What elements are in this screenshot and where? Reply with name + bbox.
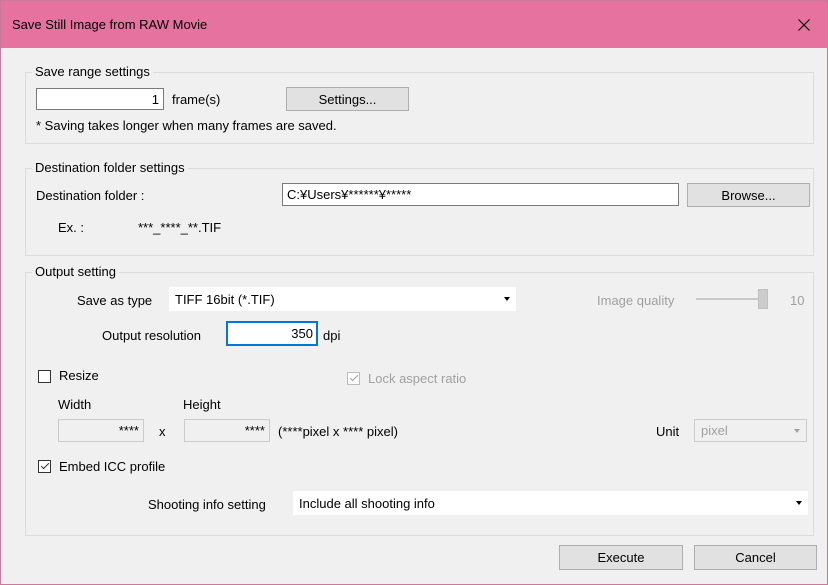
close-icon <box>798 18 810 31</box>
frames-unit-label: frame(s) <box>172 92 221 107</box>
resolution-unit-label: dpi <box>323 328 341 343</box>
settings-button[interactable]: Settings... <box>286 87 409 111</box>
width-value: **** <box>118 423 139 438</box>
save-range-legend: Save range settings <box>32 64 153 79</box>
destination-folder-value: C:¥Users¥******¥***** <box>287 187 412 202</box>
save-as-type-dropdown[interactable]: TIFF 16bit (*.TIF) <box>169 287 516 311</box>
destination-group: Destination folder settings <box>25 160 814 256</box>
image-quality-slider-track <box>696 298 766 300</box>
lock-aspect-ratio-label: Lock aspect ratio <box>368 371 467 386</box>
chevron-down-icon <box>504 297 510 301</box>
output-resolution-input[interactable]: 350 <box>226 321 318 346</box>
example-label: Ex. : <box>58 220 85 235</box>
shooting-info-label: Shooting info setting <box>148 497 266 512</box>
output-resolution-value: 350 <box>291 326 313 341</box>
image-quality-label: Image quality <box>597 293 675 308</box>
example-value: ***_****_**.TIF <box>138 220 222 235</box>
height-label: Height <box>183 397 221 412</box>
destination-folder-label: Destination folder : <box>36 188 145 203</box>
unit-label: Unit <box>656 424 680 439</box>
shooting-info-value: Include all shooting info <box>299 495 435 511</box>
window-title: Save Still Image from RAW Movie <box>12 17 208 32</box>
save-range-note: * Saving takes longer when many frames a… <box>36 118 337 133</box>
chevron-down-icon <box>794 428 800 433</box>
width-label: Width <box>58 397 92 412</box>
resize-checkbox[interactable] <box>38 370 51 383</box>
embed-icc-checkbox[interactable] <box>38 460 51 473</box>
resize-label: Resize <box>59 368 99 383</box>
close-button[interactable] <box>781 1 827 48</box>
chevron-down-icon <box>796 501 802 505</box>
lock-aspect-ratio-checkbox[interactable] <box>347 372 360 385</box>
check-icon <box>349 372 358 382</box>
frames-value: 1 <box>151 91 159 107</box>
browse-button[interactable]: Browse... <box>687 183 810 207</box>
destination-legend: Destination folder settings <box>32 160 188 175</box>
dialog-window: Save Still Image from RAW Movie Save ran… <box>0 0 828 585</box>
frames-input[interactable]: 1 <box>36 88 164 110</box>
cancel-button[interactable]: Cancel <box>694 545 817 570</box>
image-quality-slider-handle[interactable] <box>758 289 768 309</box>
image-quality-value: 10 <box>790 293 805 308</box>
height-value: **** <box>244 423 265 438</box>
embed-icc-label: Embed ICC profile <box>59 459 166 474</box>
height-input[interactable]: **** <box>184 419 270 442</box>
save-as-type-label: Save as type <box>77 293 153 308</box>
shooting-info-dropdown[interactable]: Include all shooting info <box>293 491 808 515</box>
destination-folder-input[interactable]: C:¥Users¥******¥***** <box>282 183 679 206</box>
times-sign: x <box>159 424 166 439</box>
output-legend: Output setting <box>32 264 119 279</box>
check-icon <box>40 460 49 470</box>
execute-button[interactable]: Execute <box>559 545 683 570</box>
pixel-info: (****pixel x **** pixel) <box>278 424 398 439</box>
width-input[interactable]: **** <box>58 419 144 442</box>
unit-dropdown[interactable]: pixel <box>694 419 807 442</box>
title-bar: Save Still Image from RAW Movie <box>1 1 827 48</box>
output-resolution-label: Output resolution <box>102 328 202 343</box>
unit-value: pixel <box>701 423 728 438</box>
save-as-type-value: TIFF 16bit (*.TIF) <box>175 291 275 307</box>
